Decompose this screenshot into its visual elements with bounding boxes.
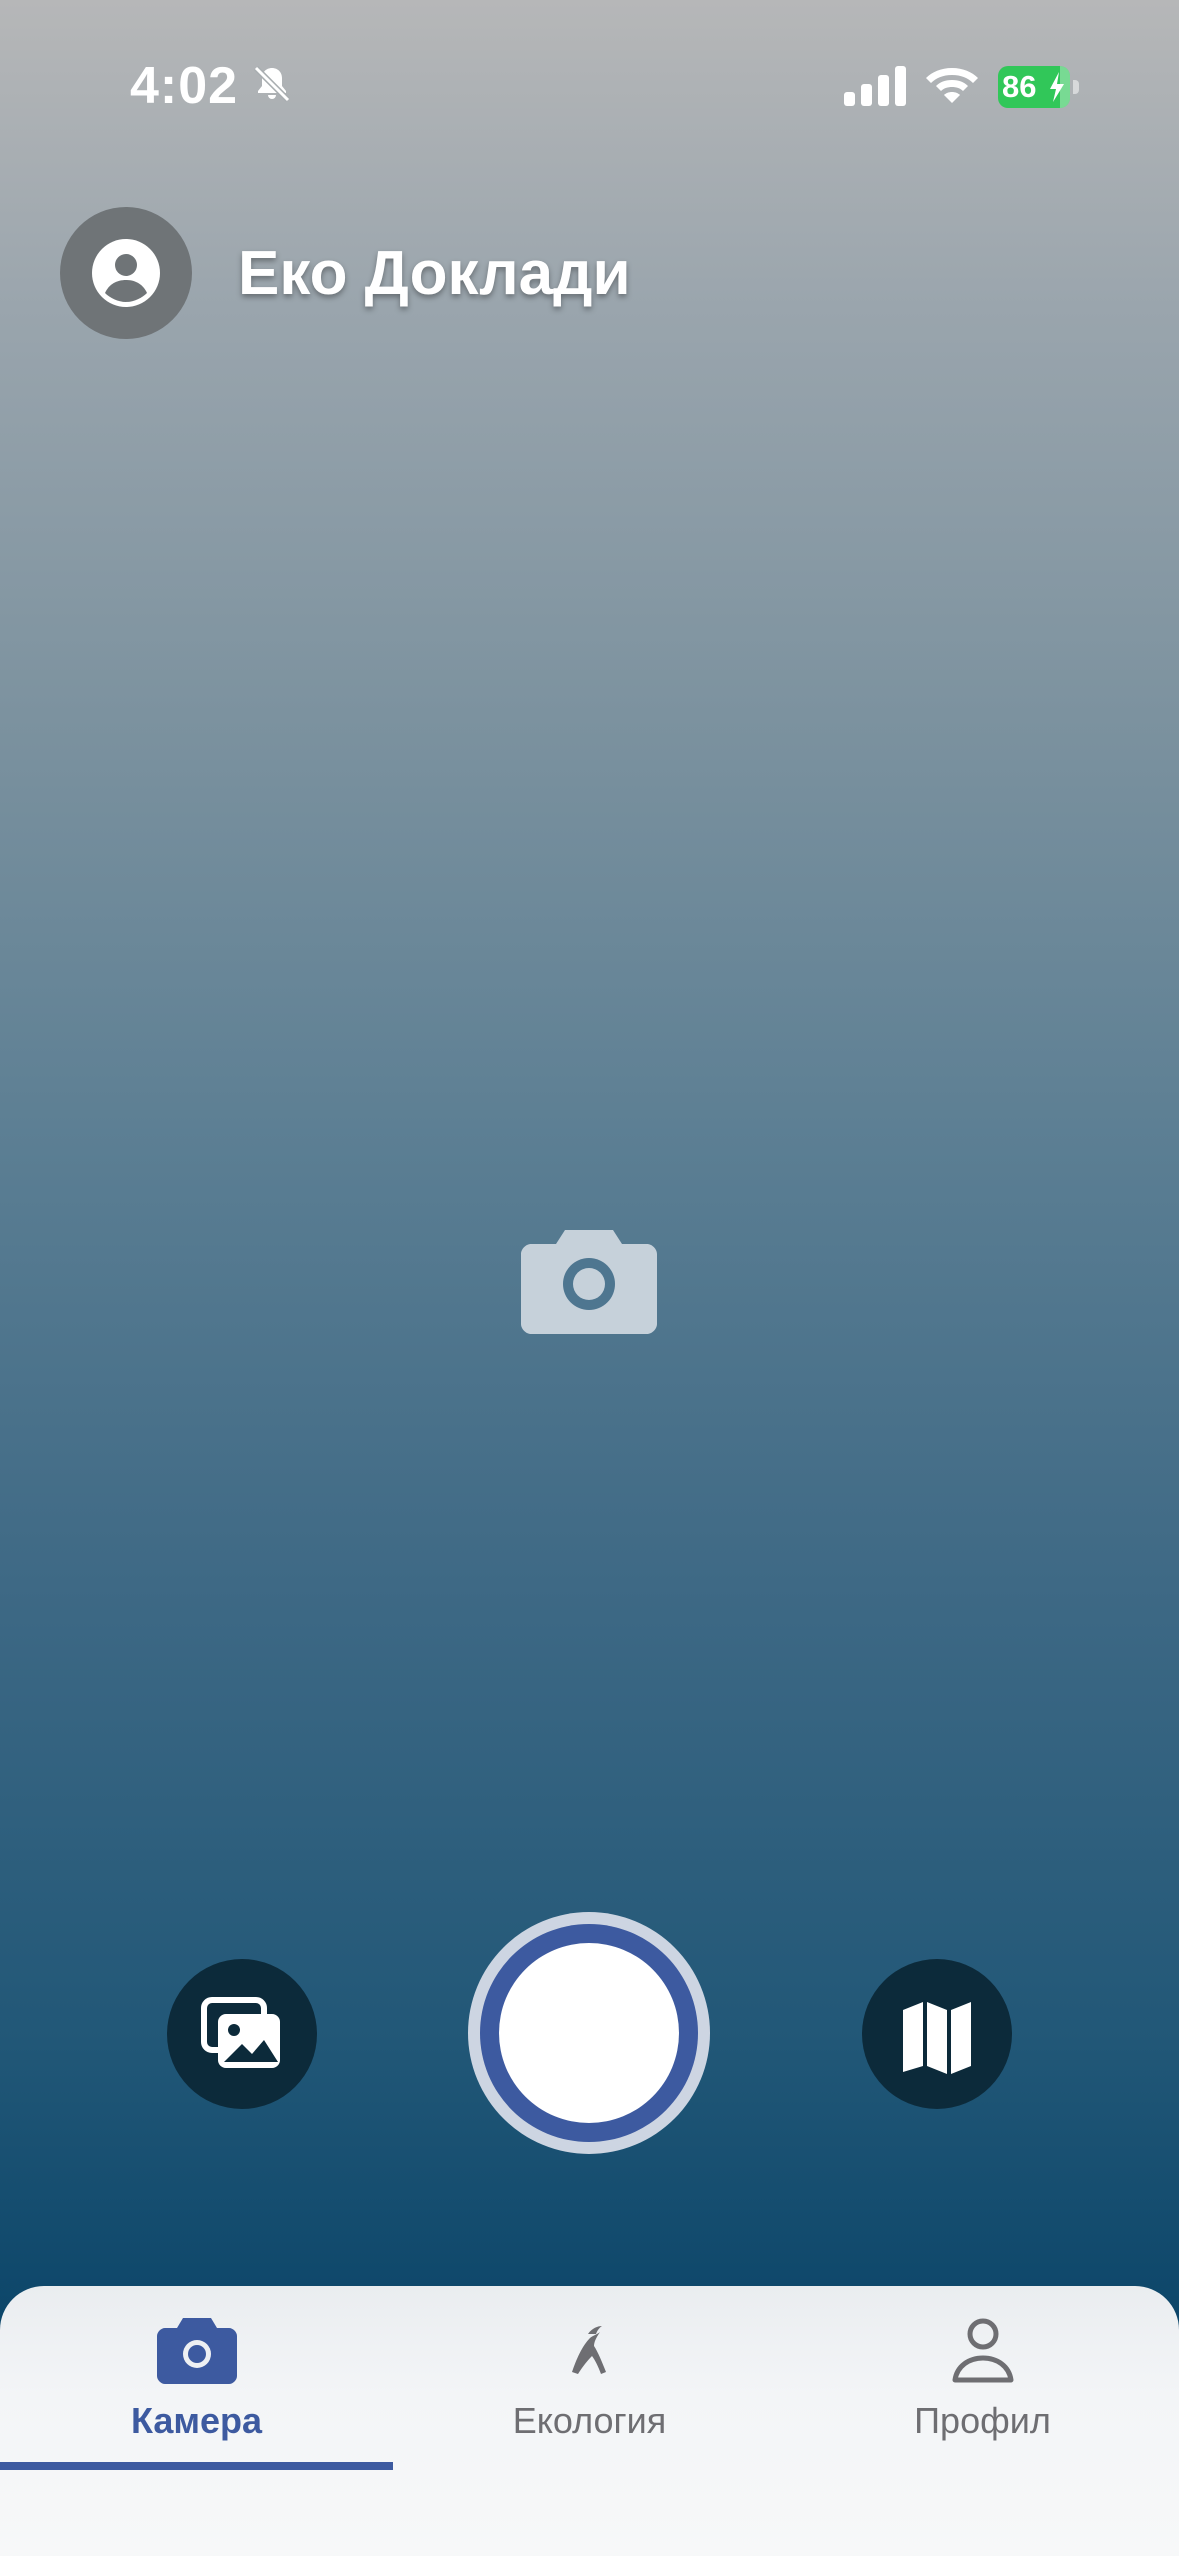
- battery-charging-icon: 86: [998, 66, 1080, 108]
- tab-camera-label: Камера: [130, 2400, 263, 2441]
- camera-screen: 4:02 86 Еко Доклади Камера Екология Проф…: [0, 0, 1179, 2556]
- ecology-icon: [571, 2326, 606, 2374]
- battery-level: 86: [1002, 69, 1037, 104]
- tab-bar: Камера Екология Профил: [0, 2286, 1179, 2556]
- profile-avatar-button[interactable]: [60, 207, 192, 339]
- bell-slash-icon: [253, 65, 291, 103]
- tab-ecology-label: Екология: [512, 2400, 667, 2441]
- gallery-button[interactable]: [167, 1959, 317, 2109]
- map-icon: [903, 2002, 971, 2074]
- app-title: Еко Доклади: [238, 239, 631, 308]
- tab-camera[interactable]: Камера: [0, 2286, 393, 2476]
- active-tab-indicator: [0, 2462, 393, 2470]
- person-icon: [952, 2318, 1013, 2383]
- status-bar: 4:02 86: [0, 0, 1179, 170]
- tab-profile[interactable]: Профил: [786, 2286, 1179, 2476]
- battery-body: 86: [998, 66, 1070, 108]
- cellular-signal-icon: [844, 66, 906, 106]
- tab-profile-label: Профил: [914, 2400, 1051, 2441]
- shutter-ring: [480, 1924, 698, 2142]
- battery-tip: [1073, 80, 1079, 94]
- gallery-icon: [201, 1997, 280, 2068]
- tab-ecology[interactable]: Екология: [393, 2286, 786, 2476]
- user-circle-icon: [92, 239, 160, 307]
- bolt-icon: [1050, 72, 1064, 102]
- status-time: 4:02: [130, 57, 239, 115]
- shutter-inner: [499, 1943, 679, 2123]
- camera-icon: [156, 2318, 237, 2384]
- shutter-button[interactable]: [468, 1912, 710, 2154]
- map-button[interactable]: [862, 1959, 1012, 2109]
- wifi-icon: [926, 68, 978, 103]
- camera-icon: [521, 1230, 657, 1334]
